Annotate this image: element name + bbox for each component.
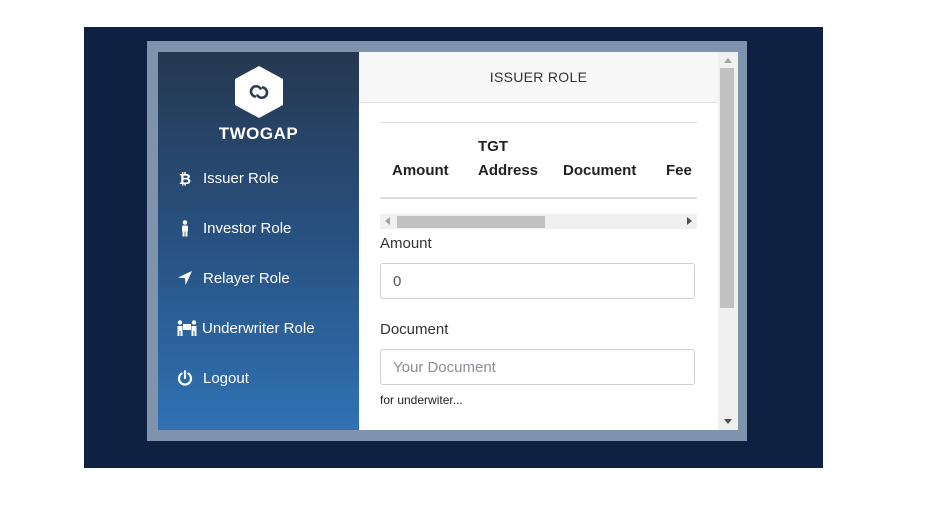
brand-name: TWOGAP	[218, 124, 299, 143]
sidebar-item-label: Logout	[203, 369, 249, 387]
power-icon	[176, 369, 194, 387]
table-horizontal-scrollbar[interactable]	[380, 214, 697, 229]
document-label: Document	[380, 321, 449, 338]
sidebar-item-underwriter-role[interactable]: Underwriter Role	[176, 316, 315, 340]
sidebar-item-relayer-role[interactable]: Relayer Role	[176, 266, 290, 290]
column-header-document: Document	[563, 162, 637, 179]
sidebar-item-logout[interactable]: Logout	[176, 366, 249, 390]
bitcoin-icon: ₿	[176, 169, 194, 187]
helper-text: for underwiter...	[380, 393, 463, 407]
sidebar-item-investor-role[interactable]: Investor Role	[176, 216, 291, 240]
person-icon	[176, 219, 194, 237]
sidebar-item-label: Investor Role	[203, 219, 292, 237]
people-carry-icon	[176, 319, 198, 337]
amount-label: Amount	[380, 235, 432, 252]
sidebar-item-label: Issuer Role	[203, 169, 279, 187]
scroll-up-icon[interactable]	[724, 58, 732, 63]
vertical-scrollbar[interactable]	[718, 52, 738, 430]
scroll-down-icon[interactable]	[724, 419, 732, 424]
column-header-amount: Amount	[392, 162, 449, 179]
vertical-scroll-thumb[interactable]	[720, 68, 734, 308]
svg-text:₿: ₿	[179, 170, 191, 187]
page-title: ISSUER ROLE	[359, 52, 718, 103]
sidebar-item-label: Underwriter Role	[202, 319, 315, 337]
scroll-right-icon[interactable]	[687, 217, 692, 225]
location-arrow-icon	[176, 269, 194, 287]
amount-input[interactable]	[380, 263, 695, 299]
sidebar-item-issuer-role[interactable]: ₿ Issuer Role	[176, 166, 279, 190]
logo-icon	[235, 66, 283, 118]
column-header-tgt-address: TGT Address	[478, 138, 539, 179]
roles-table: Amount TGT Address Document Fee	[380, 122, 697, 199]
sidebar-item-label: Relayer Role	[203, 269, 290, 287]
horizontal-scroll-thumb[interactable]	[397, 216, 545, 228]
scroll-left-icon[interactable]	[385, 217, 390, 225]
app-window: TWOGAP ₿ Issuer Role Investor Role Relay…	[158, 52, 738, 430]
column-header-fee: Fee	[666, 162, 692, 179]
sidebar: TWOGAP ₿ Issuer Role Investor Role Relay…	[158, 52, 359, 430]
main-panel: ISSUER ROLE Amount TGT Address Document F…	[359, 52, 718, 430]
document-input[interactable]	[380, 349, 695, 385]
